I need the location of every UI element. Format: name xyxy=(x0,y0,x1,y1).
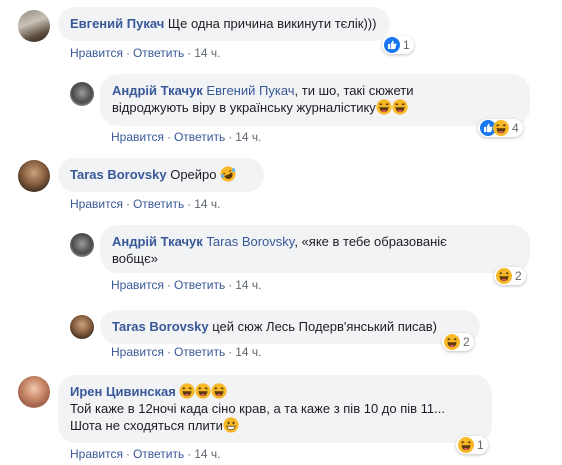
comment-bubble: Андрій Ткачук Евгений Пукач, ти шо, такі… xyxy=(100,74,530,126)
reaction-count: 2 xyxy=(515,269,522,283)
comment-actions: Нравится · Ответить · 14 ч. xyxy=(70,46,221,60)
comment-text: вобщє» xyxy=(112,251,158,266)
comment-author[interactable]: Андрій Ткачук xyxy=(112,234,203,249)
comment-text: відроджують віру в українську журналісти… xyxy=(112,100,376,115)
reaction-count: 1 xyxy=(477,438,484,452)
haha-icon xyxy=(444,334,460,350)
avatar[interactable] xyxy=(18,376,50,408)
avatar[interactable] xyxy=(70,82,94,106)
comment-actions: Нравится · Ответить · 14 ч. xyxy=(111,130,262,144)
like-icon xyxy=(384,37,400,53)
like-link[interactable]: Нравится xyxy=(70,447,123,461)
comment-bubble: Taras Borovsky цей сюж Лесь Подерв'янськ… xyxy=(100,310,480,344)
comment-author[interactable]: Андрій Ткачук xyxy=(112,83,203,98)
reply-link[interactable]: Ответить xyxy=(133,46,184,60)
comment-text: , «яке в тебе образованіє xyxy=(294,234,447,249)
reaction-summary[interactable]: 2 xyxy=(442,333,474,351)
reply-link[interactable]: Ответить xyxy=(174,345,225,359)
comment-author[interactable]: Ирен Цивинская xyxy=(70,384,176,399)
comment-bubble: Taras Borovsky Орейро xyxy=(58,158,264,192)
timestamp[interactable]: 14 ч. xyxy=(235,130,261,144)
mention-link[interactable]: Taras Borovsky xyxy=(206,234,294,249)
reaction-summary[interactable]: 2 xyxy=(494,267,526,285)
avatar[interactable] xyxy=(18,10,50,42)
comment-text: , ти шо, такі сюжети xyxy=(294,83,414,98)
avatar[interactable] xyxy=(70,315,94,339)
laughing-emoji-icon xyxy=(211,383,227,399)
comment-text: Шота не сходяться плити xyxy=(70,418,223,433)
comment-author[interactable]: Евгений Пукач xyxy=(70,16,164,31)
laughing-emoji-icon xyxy=(376,99,392,115)
timestamp[interactable]: 14 ч. xyxy=(194,46,220,60)
comment-text: Орейро xyxy=(170,167,217,182)
reaction-summary[interactable]: 4 xyxy=(478,119,523,137)
reaction-count: 2 xyxy=(463,335,470,349)
comment-actions: Нравится · Ответить · 14 ч. xyxy=(111,278,262,292)
like-link[interactable]: Нравится xyxy=(70,197,123,211)
comment-actions: Нравится · Ответить · 14 ч. xyxy=(111,345,262,359)
reply-link[interactable]: Ответить xyxy=(174,130,225,144)
like-link[interactable]: Нравится xyxy=(111,278,164,292)
like-link[interactable]: Нравится xyxy=(70,46,123,60)
laughing-emoji-icon xyxy=(179,383,195,399)
timestamp[interactable]: 14 ч. xyxy=(235,345,261,359)
like-link[interactable]: Нравится xyxy=(111,130,164,144)
laughing-emoji-icon xyxy=(392,99,408,115)
laughing-emoji-icon xyxy=(195,383,211,399)
comment-author[interactable]: Taras Borovsky xyxy=(112,319,209,334)
reply-link[interactable]: Ответить xyxy=(174,278,225,292)
rolling-laughing-emoji-icon xyxy=(220,166,236,182)
reply-link[interactable]: Ответить xyxy=(133,447,184,461)
timestamp[interactable]: 14 ч. xyxy=(194,447,220,461)
mention-link[interactable]: Евгений Пукач xyxy=(206,83,294,98)
comment-author[interactable]: Taras Borovsky xyxy=(70,167,167,182)
comment-bubble: Ирен Цивинская Той каже в 12ночі када сі… xyxy=(58,375,492,443)
reaction-count: 1 xyxy=(403,38,410,52)
haha-icon xyxy=(458,437,474,453)
timestamp[interactable]: 14 ч. xyxy=(194,197,220,211)
reaction-count: 4 xyxy=(512,121,519,135)
comment-bubble: Андрій Ткачук Taras Borovsky, «яке в теб… xyxy=(100,225,530,273)
comment-actions: Нравится · Ответить · 14 ч. xyxy=(70,197,221,211)
grinning-emoji-icon xyxy=(223,417,239,433)
haha-icon xyxy=(496,268,512,284)
like-link[interactable]: Нравится xyxy=(111,345,164,359)
comment-text: Той каже в 12ночі када сіно крав, а та к… xyxy=(70,401,445,416)
comment-actions: Нравится · Ответить · 14 ч. xyxy=(70,447,221,461)
haha-icon xyxy=(493,120,509,136)
reaction-summary[interactable]: 1 xyxy=(456,436,488,454)
comment-bubble: Евгений Пукач Ще одна причина викинути т… xyxy=(58,7,390,41)
comment-text: Ще одна причина викинути тєлік))) xyxy=(167,16,377,31)
avatar[interactable] xyxy=(70,233,94,257)
avatar[interactable] xyxy=(18,160,50,192)
reply-link[interactable]: Ответить xyxy=(133,197,184,211)
reaction-summary[interactable]: 1 xyxy=(382,36,414,54)
timestamp[interactable]: 14 ч. xyxy=(235,278,261,292)
comment-text: цей сюж Лесь Подерв'янський писав) xyxy=(212,319,437,334)
